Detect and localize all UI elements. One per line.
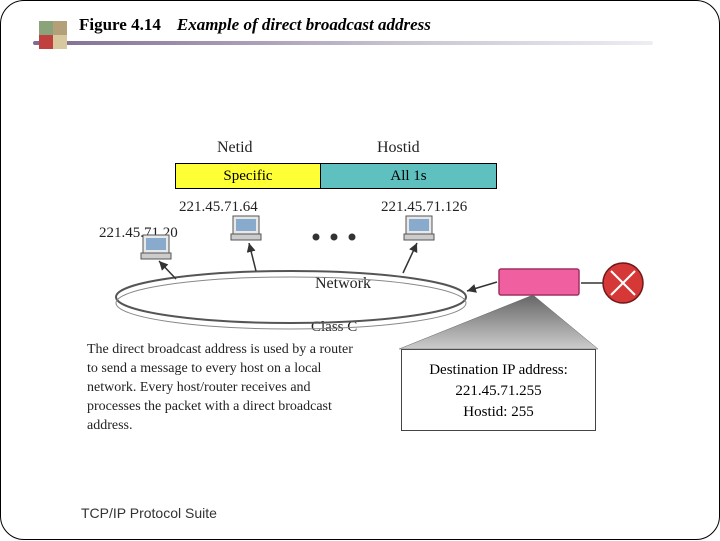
link-host2	[249, 243, 256, 271]
netid-label: Netid	[217, 139, 253, 157]
footer-text: TCP/IP Protocol Suite	[81, 505, 217, 521]
diagram-svg	[1, 1, 720, 541]
ip-host-20: 221.45.71.20	[99, 225, 178, 242]
class-c-label: Class C	[311, 319, 357, 336]
address-fields: Specific All 1s	[175, 163, 497, 189]
dest-line3: Hostid: 255	[402, 402, 595, 423]
network-label: Network	[283, 275, 403, 293]
dest-line1: Destination IP address:	[402, 360, 595, 381]
destination-box: Destination IP address: 221.45.71.255 Ho…	[401, 349, 596, 431]
ellipsis-dot	[349, 234, 356, 241]
dest-line2: 221.45.71.255	[402, 381, 595, 402]
hostid-field: All 1s	[321, 164, 496, 188]
router-icon	[603, 263, 643, 303]
ellipsis-dot	[331, 234, 338, 241]
broadcast-beam	[399, 295, 598, 349]
link-host3	[403, 243, 417, 273]
hostid-label: Hostid	[377, 139, 420, 157]
ip-host-64: 221.45.71.64	[179, 199, 258, 216]
link-host1	[159, 261, 176, 279]
ip-host-126: 221.45.71.126	[381, 199, 467, 216]
link-switch	[467, 282, 497, 291]
switch-box	[499, 269, 579, 295]
diagram-area: Netid Hostid Specific All 1s 221.45.71.6…	[1, 1, 720, 541]
explanation-text: The direct broadcast address is used by …	[87, 341, 363, 435]
ellipsis-dot	[313, 234, 320, 241]
host-computer-3	[404, 216, 434, 240]
netid-field: Specific	[176, 164, 321, 188]
host-computer-2	[231, 216, 261, 240]
